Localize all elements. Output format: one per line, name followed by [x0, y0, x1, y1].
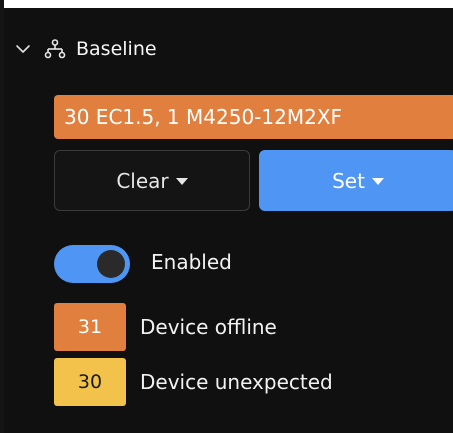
enabled-toggle[interactable]: [54, 245, 130, 283]
enabled-label: Enabled: [151, 250, 232, 274]
unexpected-status-label: Device unexpected: [140, 370, 333, 394]
clear-button[interactable]: Clear: [54, 150, 250, 211]
clear-button-label: Clear: [116, 168, 169, 193]
set-button-label: Set: [332, 168, 365, 193]
offline-count-badge: 31: [54, 303, 126, 351]
baseline-value-field[interactable]: 30 EC1.5, 1 M4250-12M2XF: [54, 95, 453, 139]
toggle-knob: [97, 250, 125, 278]
status-row-offline: 31 Device offline: [54, 303, 277, 351]
chevron-down-icon[interactable]: [14, 40, 32, 58]
set-button[interactable]: Set: [259, 150, 453, 211]
unexpected-count-badge: 30: [54, 358, 126, 406]
caret-down-icon: [371, 178, 384, 185]
baseline-panel: Baseline 30 EC1.5, 1 M4250-12M2XF Clear …: [0, 0, 453, 433]
baseline-value-text: 30 EC1.5, 1 M4250-12M2XF: [64, 105, 343, 129]
section-header-baseline[interactable]: Baseline: [14, 34, 157, 64]
section-title: Baseline: [76, 38, 157, 60]
offline-status-label: Device offline: [140, 315, 277, 339]
status-row-unexpected: 30 Device unexpected: [54, 358, 333, 406]
caret-down-icon: [175, 178, 188, 185]
network-icon: [44, 39, 66, 59]
